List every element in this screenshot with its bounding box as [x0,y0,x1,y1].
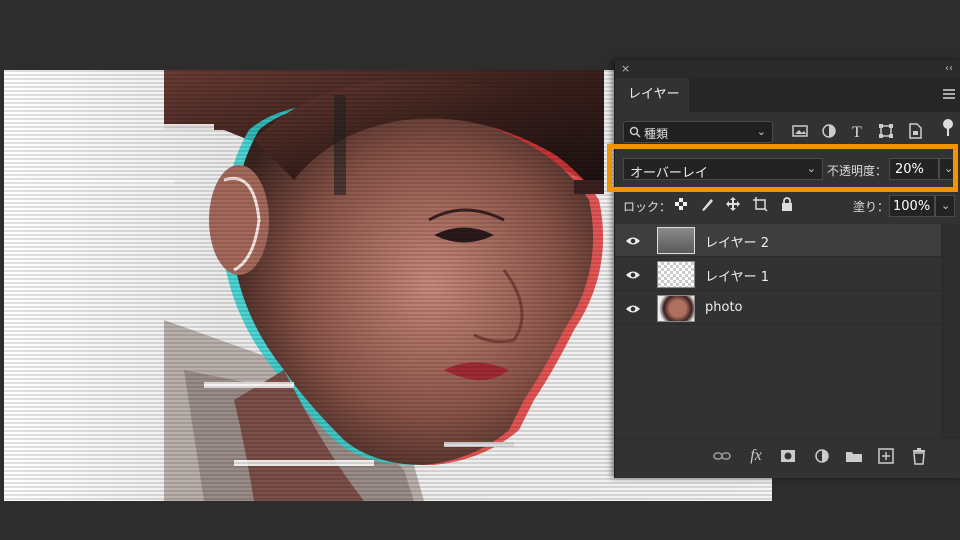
visibility-eye-icon[interactable] [625,235,641,247]
tab-layers[interactable]: レイヤー [615,78,689,112]
panel-menu-icon[interactable] [943,87,955,99]
filter-kind-select[interactable]: 種類 ⌄ [623,121,773,143]
search-icon [629,126,641,138]
new-group-icon[interactable] [845,447,863,465]
panel-title-bar: × ‹‹ [615,60,960,78]
new-layer-icon[interactable] [877,447,895,465]
highlight-callout-box [607,144,958,192]
layer-name: photo [705,300,743,315]
image-filter-icon[interactable] [791,122,809,140]
filter-toggle-icon[interactable] [939,118,957,136]
close-panel-icon[interactable]: × [621,62,630,76]
lock-fill-row: ロック： 塗り： 100% ⌄ [615,192,960,218]
smart-object-filter-icon[interactable] [906,122,924,140]
visibility-eye-icon[interactable] [625,303,641,315]
layer-row-layer-2[interactable]: レイヤー 2 [615,224,941,257]
panel-tabbar: レイヤー [615,78,960,112]
panel-footer: fx [615,438,960,473]
type-filter-icon[interactable]: T [849,122,867,140]
adjustment-layer-icon[interactable] [813,447,831,465]
fill-input[interactable]: 100% [889,195,935,217]
lock-label: ロック： [623,200,672,214]
layer-row-photo[interactable]: photo [615,292,941,325]
svg-text:T: T [852,124,862,140]
layers-panel: × ‹‹ レイヤー 種類 ⌄ T オーバーレイ ⌄ 不透明度： 20% ⌄ ロッ… [614,60,960,478]
lock-artboard-icon[interactable] [752,196,768,212]
layer-name: レイヤー 2 [705,236,770,251]
link-layers-icon[interactable] [713,447,731,465]
layer-thumbnail [657,295,695,322]
layer-name: レイヤー 1 [705,270,770,285]
lock-image-pixels-icon[interactable] [699,196,715,212]
add-mask-icon[interactable] [779,447,797,465]
lock-transparent-pixels-icon[interactable] [673,196,689,212]
adjustment-filter-icon[interactable] [820,122,838,140]
lock-position-icon[interactable] [725,196,741,212]
layer-list-scrollbar[interactable] [941,224,960,454]
fill-dropdown-button[interactable]: ⌄ [935,195,955,217]
chevron-down-icon: ⌄ [756,125,766,138]
lock-all-icon[interactable] [779,196,795,212]
fill-label: 塗り： [853,200,890,214]
shape-filter-icon[interactable] [877,122,895,140]
visibility-eye-icon[interactable] [625,269,641,281]
layer-row-layer-1[interactable]: レイヤー 1 [615,258,941,291]
fx-icon[interactable]: fx [747,447,765,465]
collapse-panel-icon[interactable]: ‹‹ [945,62,953,76]
chevron-down-icon: ⌄ [941,199,951,212]
layer-thumbnail [657,261,695,288]
layer-thumbnail [657,227,695,254]
filter-kind-label: 種類 [644,127,669,141]
delete-layer-icon[interactable] [910,447,928,465]
